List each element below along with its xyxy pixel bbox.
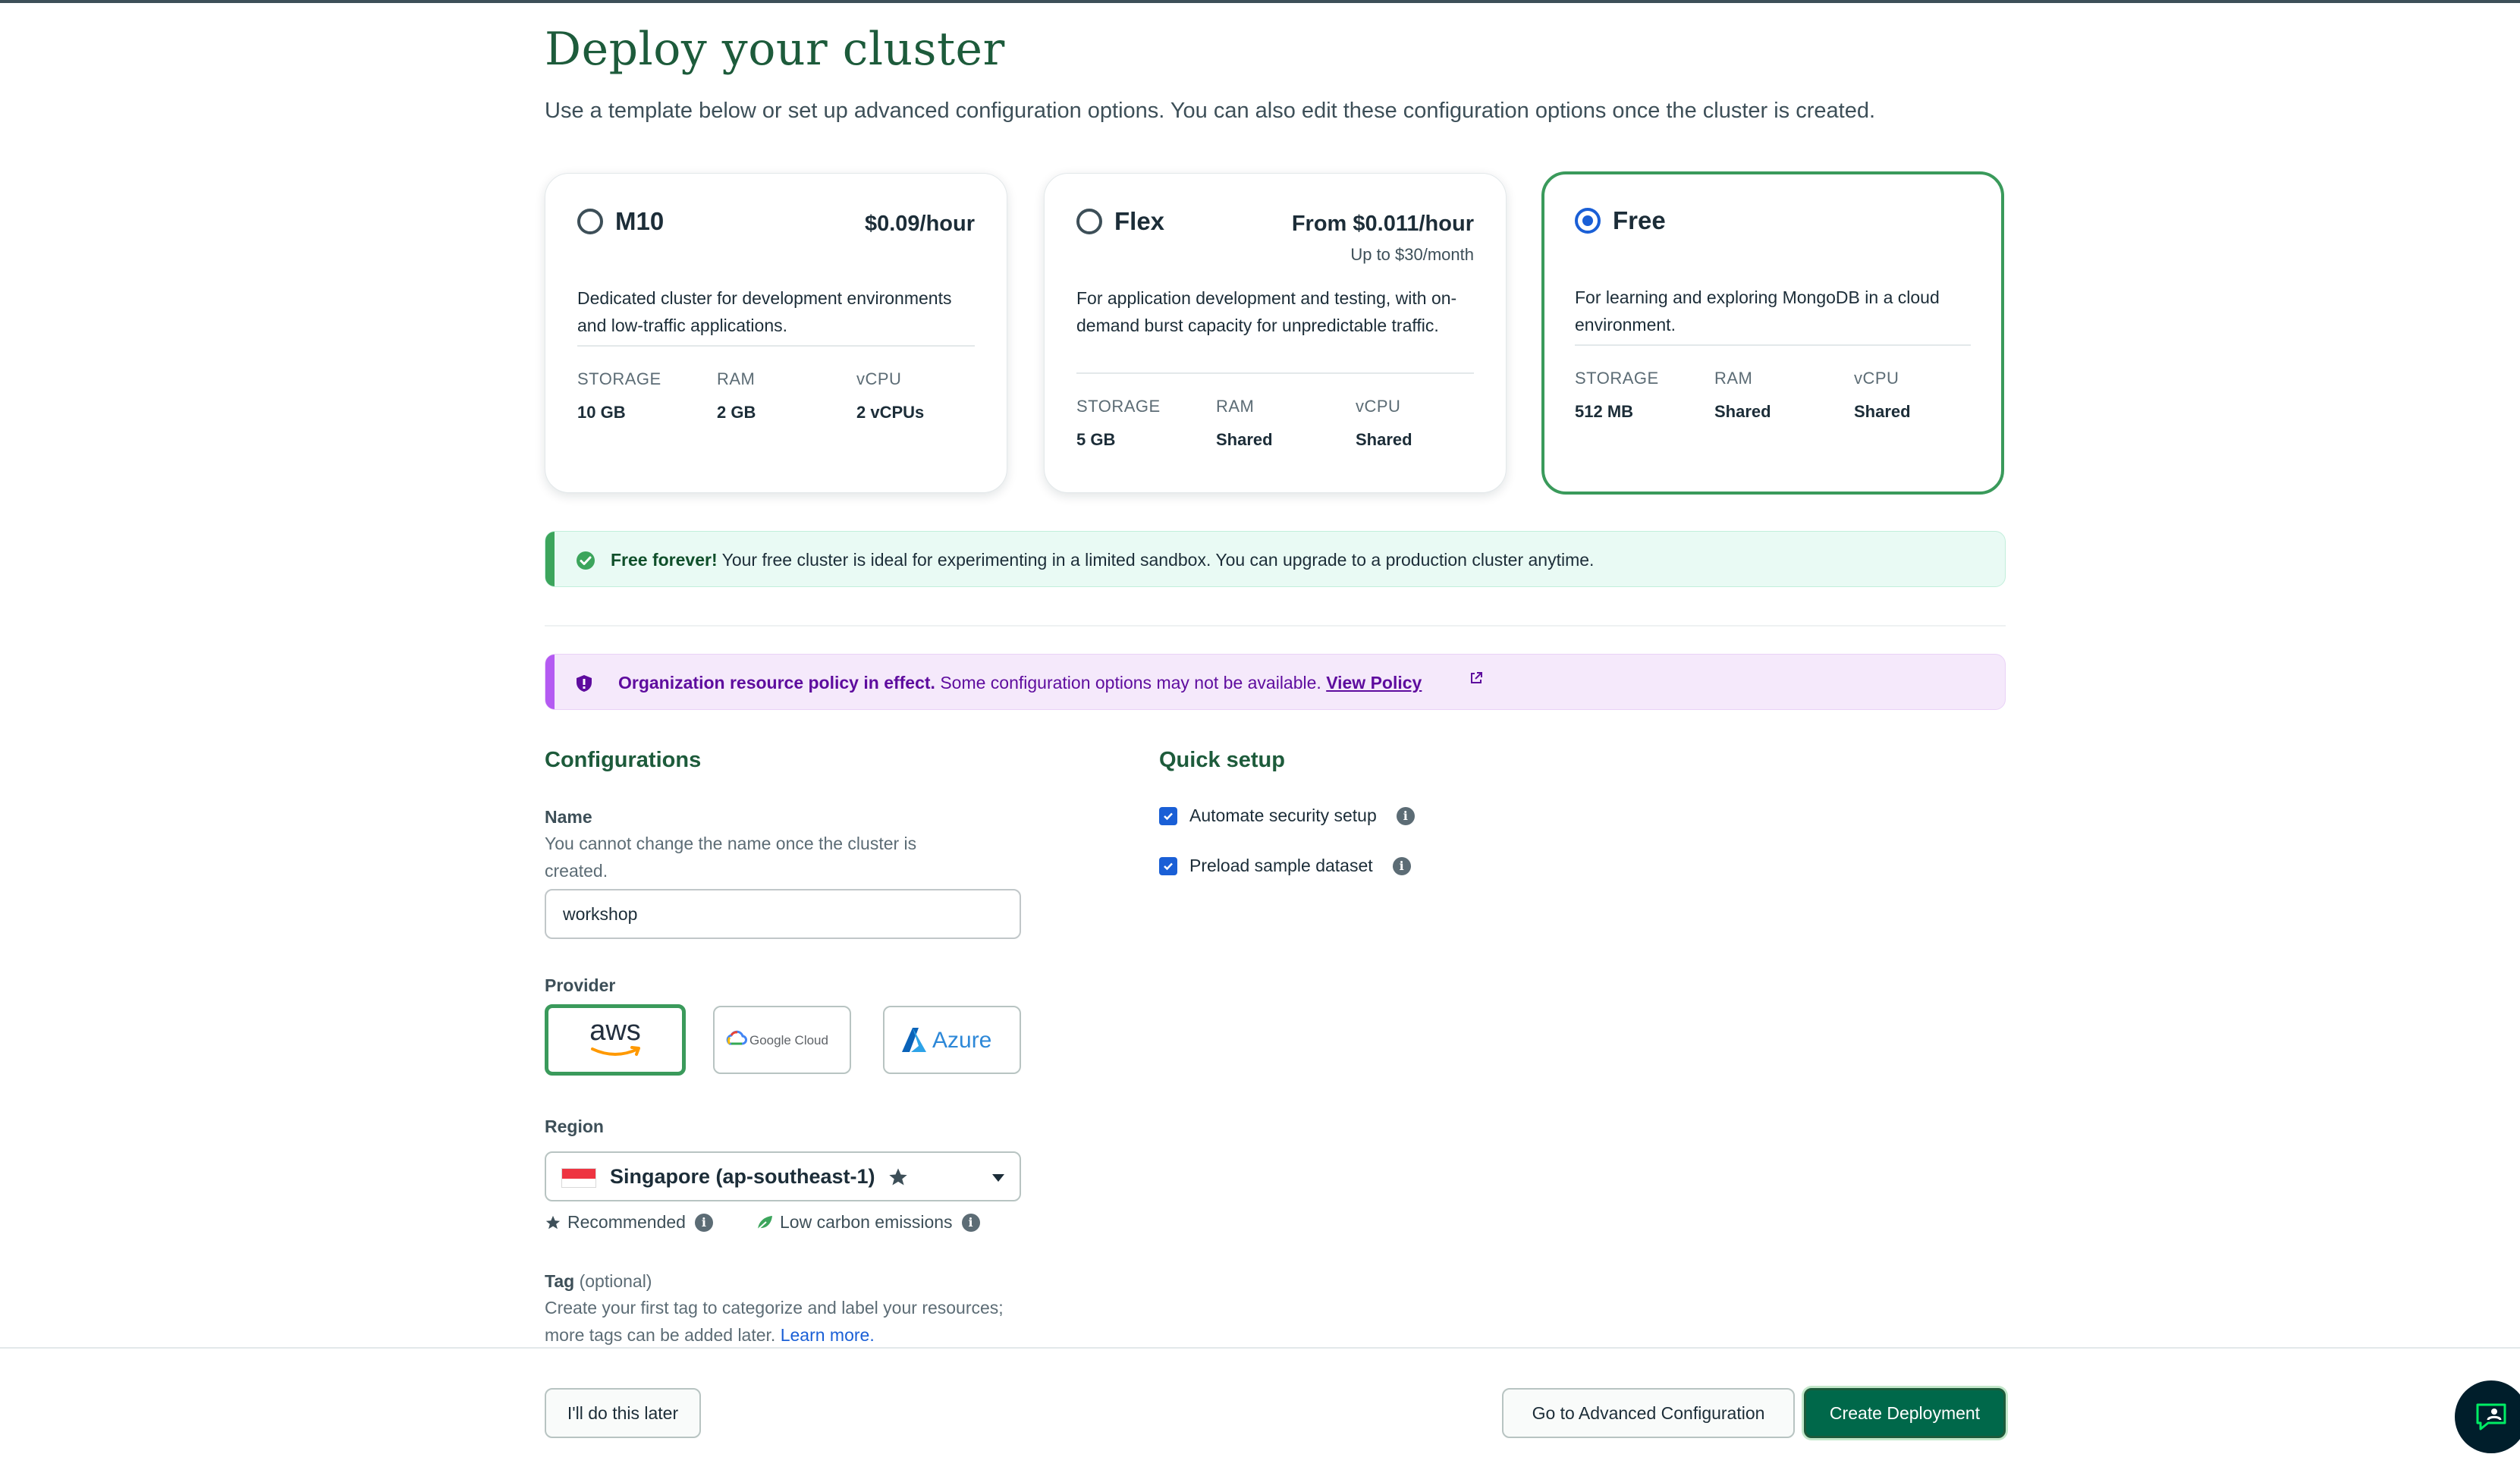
- card-divider: [577, 345, 975, 347]
- name-label: Name: [545, 807, 592, 827]
- configurations-title: Configurations: [545, 748, 702, 772]
- info-icon[interactable]: i: [1392, 856, 1411, 875]
- section-divider: [545, 625, 2006, 627]
- chat-icon: [2476, 1403, 2506, 1431]
- provider-aws[interactable]: aws: [545, 1004, 686, 1076]
- tier-name: M10: [615, 207, 665, 235]
- card-divider: [1076, 372, 1474, 374]
- star-icon: [545, 1215, 561, 1229]
- check-icon: [1164, 812, 1173, 820]
- do-this-later-button[interactable]: I'll do this later: [545, 1388, 701, 1438]
- advanced-configuration-button[interactable]: Go to Advanced Configuration: [1502, 1388, 1795, 1438]
- spec-ram: RAM 2 GB: [717, 369, 756, 422]
- card-divider: [1575, 344, 1971, 346]
- radio-m10[interactable]: [577, 209, 603, 234]
- star-icon: [889, 1168, 907, 1186]
- region-select[interactable]: Singapore (ap-southeast-1): [545, 1151, 1021, 1201]
- footer-bar: I'll do this later Go to Advanced Config…: [0, 1347, 2520, 1473]
- tier-name: Flex: [1114, 207, 1165, 235]
- google-cloud-logo-icon: Google Cloud: [726, 1030, 828, 1047]
- create-deployment-button[interactable]: Create Deployment: [1804, 1388, 2006, 1438]
- banner-text: Organization resource policy in effect. …: [618, 673, 1422, 693]
- spec-storage: STORAGE 10 GB: [577, 369, 661, 422]
- top-border: [0, 0, 2520, 3]
- option-label: Automate security setup: [1189, 806, 1377, 825]
- provider-azure[interactable]: Azure: [883, 1006, 1021, 1074]
- aws-logo-icon: aws: [589, 1017, 641, 1056]
- low-carbon-label: Low carbon emissions: [780, 1212, 953, 1232]
- svg-text:aws: aws: [589, 1017, 641, 1047]
- tier-card-free[interactable]: Free For learning and exploring MongoDB …: [1541, 171, 2004, 495]
- page-title: Deploy your cluster: [545, 23, 1005, 76]
- spec-vcpu: vCPU 2 vCPUs: [856, 369, 925, 422]
- recommended-label: Recommended: [567, 1212, 686, 1232]
- tier-description: For application development and testing,…: [1076, 288, 1457, 335]
- info-icon[interactable]: i: [694, 1213, 713, 1232]
- free-forever-banner: Free forever! Your free cluster is ideal…: [545, 531, 2006, 587]
- option-label: Preload sample dataset: [1189, 856, 1373, 875]
- cluster-name-input[interactable]: [545, 889, 1021, 939]
- spec-vcpu: vCPU Shared: [1356, 397, 1412, 449]
- spec-ram: RAM Shared: [1714, 369, 1771, 421]
- tier-description: Dedicated cluster for development enviro…: [577, 288, 952, 335]
- resource-policy-banner: Organization resource policy in effect. …: [545, 654, 2006, 710]
- low-carbon-indicator: Low carbon emissions i: [756, 1212, 980, 1233]
- banner-text: Free forever! Your free cluster is ideal…: [611, 550, 1595, 570]
- checkbox-automate-security[interactable]: [1159, 806, 1177, 825]
- tier-price-sub: Up to $30/month: [1350, 245, 1474, 264]
- automate-security-option[interactable]: Automate security setup i: [1159, 806, 1415, 826]
- quick-setup-title: Quick setup: [1159, 748, 1285, 772]
- shield-icon: [577, 675, 592, 692]
- singapore-flag-icon: [561, 1168, 596, 1188]
- leaf-icon: [757, 1215, 772, 1230]
- check-icon: [1164, 862, 1173, 870]
- region-label: Region: [545, 1117, 604, 1136]
- tier-name: Free: [1613, 206, 1666, 234]
- azure-logo-icon: Azure: [902, 1028, 991, 1053]
- spec-storage: STORAGE 512 MB: [1575, 369, 1659, 421]
- tag-label: Tag (optional): [545, 1271, 652, 1291]
- preload-sample-option[interactable]: Preload sample dataset i: [1159, 856, 1411, 876]
- tier-price: From $0.011/hour: [1291, 212, 1474, 236]
- recommended-indicator: Recommended i: [545, 1212, 713, 1233]
- check-circle-icon: [577, 551, 595, 570]
- tag-help: Create your first tag to categorize and …: [545, 1298, 1004, 1345]
- tag-optional: (optional): [579, 1271, 652, 1291]
- region-value: Singapore (ap-southeast-1): [610, 1165, 875, 1188]
- learn-more-link[interactable]: Learn more.: [781, 1325, 875, 1345]
- info-icon[interactable]: i: [961, 1213, 980, 1232]
- view-policy-link[interactable]: View Policy: [1326, 673, 1422, 693]
- name-help: You cannot change the name once the clus…: [545, 834, 917, 881]
- chat-assistant-button[interactable]: [2455, 1380, 2520, 1453]
- tier-card-flex[interactable]: Flex From $0.011/hour Up to $30/month Fo…: [1044, 173, 1507, 493]
- tier-price: $0.09/hour: [864, 212, 975, 236]
- external-link-icon[interactable]: [1469, 671, 1483, 685]
- radio-flex[interactable]: [1076, 209, 1102, 234]
- provider-label: Provider: [545, 975, 616, 995]
- chevron-down-icon: [992, 1174, 1004, 1182]
- radio-free[interactable]: [1575, 208, 1601, 234]
- spec-ram: RAM Shared: [1216, 397, 1273, 449]
- svg-text:Google Cloud: Google Cloud: [749, 1033, 828, 1047]
- tier-card-m10[interactable]: M10 $0.09/hour Dedicated cluster for dev…: [545, 173, 1007, 493]
- page-subtitle: Use a template below or set up advanced …: [545, 99, 1876, 123]
- info-icon[interactable]: i: [1396, 806, 1415, 825]
- spec-vcpu: vCPU Shared: [1854, 369, 1911, 421]
- checkbox-preload-sample[interactable]: [1159, 856, 1177, 875]
- spec-storage: STORAGE 5 GB: [1076, 397, 1161, 449]
- svg-text:Azure: Azure: [932, 1028, 991, 1053]
- tier-description: For learning and exploring MongoDB in a …: [1575, 287, 1940, 334]
- provider-google-cloud[interactable]: Google Cloud: [713, 1006, 851, 1074]
